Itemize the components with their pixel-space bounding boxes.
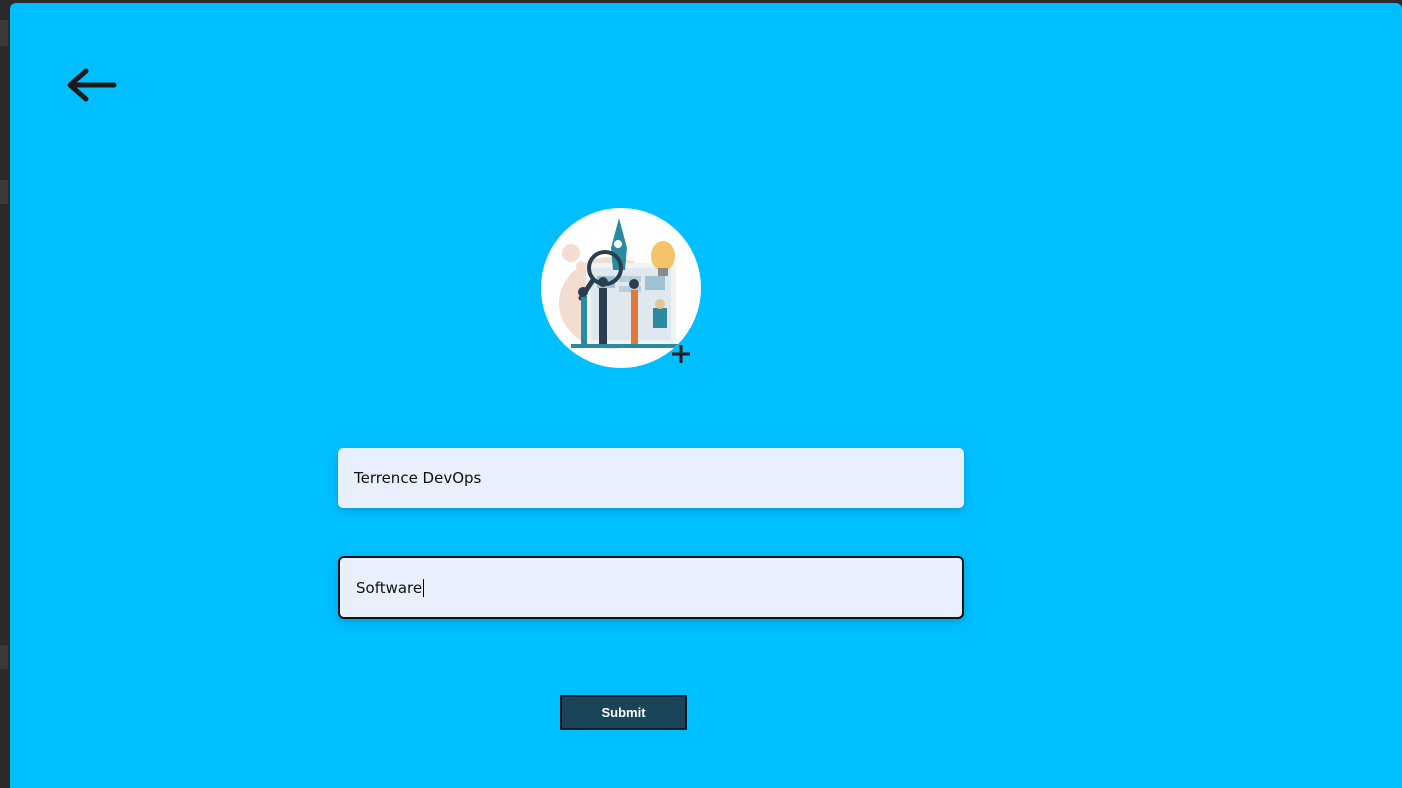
edge-segment xyxy=(0,645,8,669)
text-caret xyxy=(423,578,425,597)
back-button[interactable] xyxy=(64,65,120,105)
department-field[interactable]: Software xyxy=(338,556,964,619)
edge-segment xyxy=(0,180,8,204)
department-field-value: Software xyxy=(356,578,423,597)
avatar-container xyxy=(541,208,703,370)
edge-segment xyxy=(0,20,8,46)
edit-profile-panel: Terrence DevOps Software Submit xyxy=(10,3,1402,788)
name-field[interactable]: Terrence DevOps xyxy=(338,448,964,508)
window-edge xyxy=(0,0,10,788)
name-field-value: Terrence DevOps xyxy=(354,469,482,487)
submit-button[interactable]: Submit xyxy=(560,695,687,730)
plus-icon[interactable] xyxy=(669,342,693,366)
arrow-left-icon xyxy=(67,68,117,102)
